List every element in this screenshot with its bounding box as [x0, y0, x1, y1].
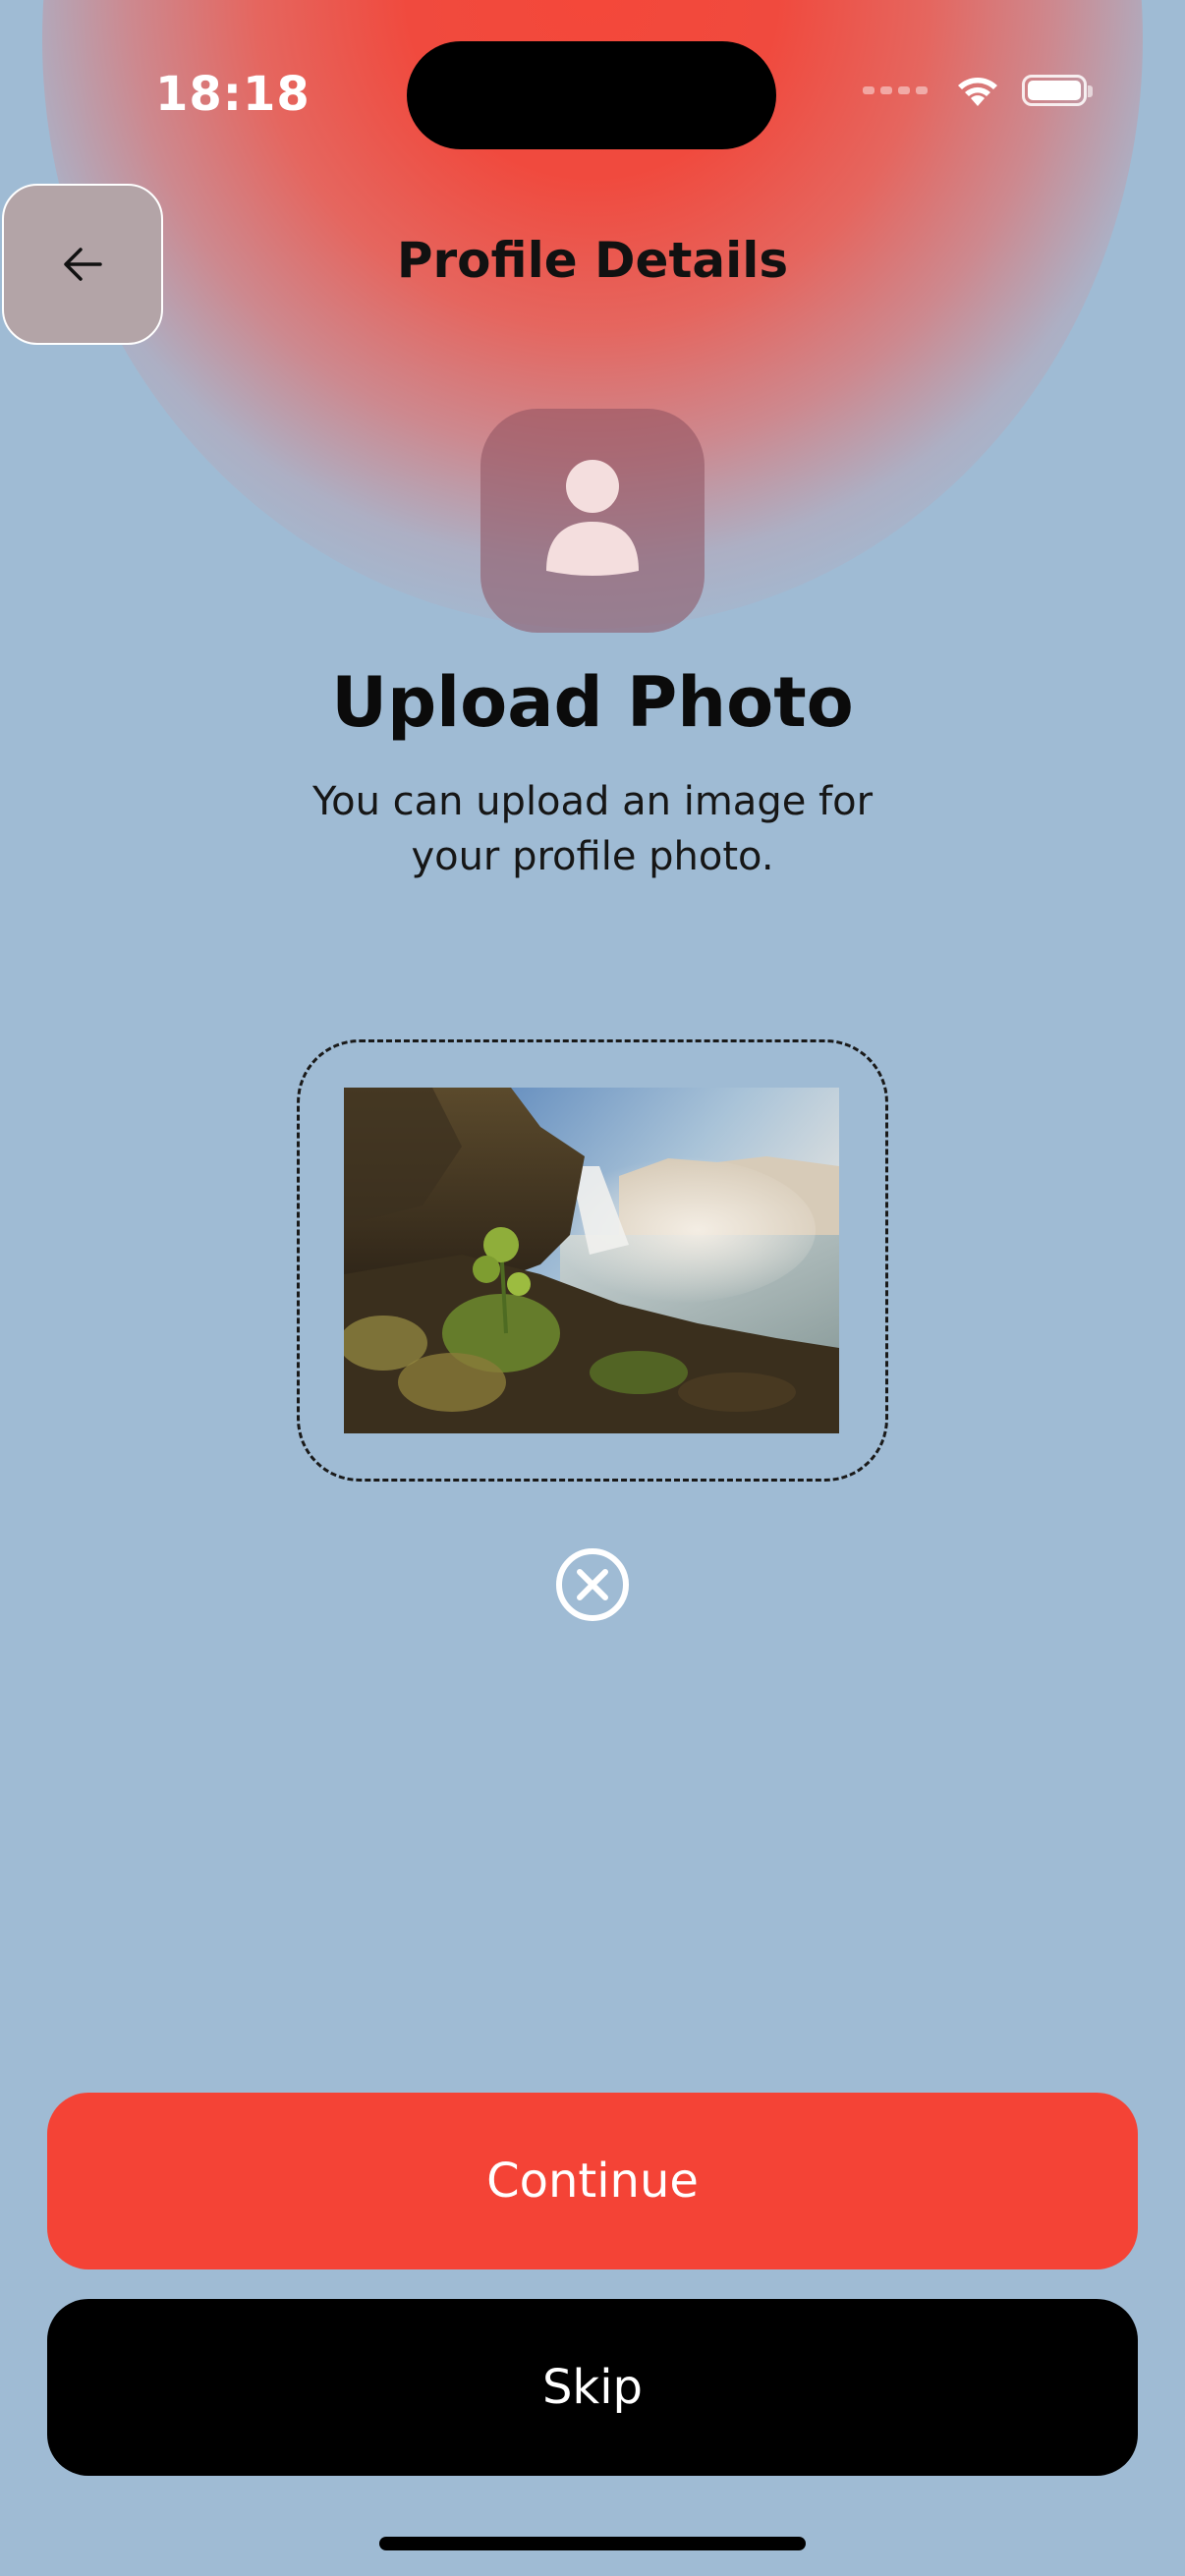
wifi-icon — [958, 78, 997, 106]
signal-icon — [863, 86, 928, 94]
profile-details-screen: 18:18 Profile Details Upload Photo You c… — [0, 0, 1185, 2576]
upload-title: Upload Photo — [331, 662, 854, 743]
close-circle-icon[interactable] — [554, 1546, 631, 1623]
home-indicator — [379, 2537, 806, 2550]
status-time: 18:18 — [155, 67, 310, 122]
dynamic-island — [407, 41, 776, 149]
page-title: Profile Details — [396, 232, 789, 289]
waterfall-photo — [344, 1088, 839, 1433]
battery-icon — [1022, 75, 1093, 106]
status-icons — [863, 73, 1093, 108]
skip-button[interactable]: Skip — [47, 2299, 1138, 2476]
selected-photo — [344, 1088, 839, 1433]
user-icon — [546, 460, 639, 576]
avatar-placeholder — [480, 409, 705, 633]
continue-button[interactable]: Continue — [47, 2093, 1138, 2269]
upload-subtitle: You can upload an image for your profile… — [311, 779, 874, 879]
